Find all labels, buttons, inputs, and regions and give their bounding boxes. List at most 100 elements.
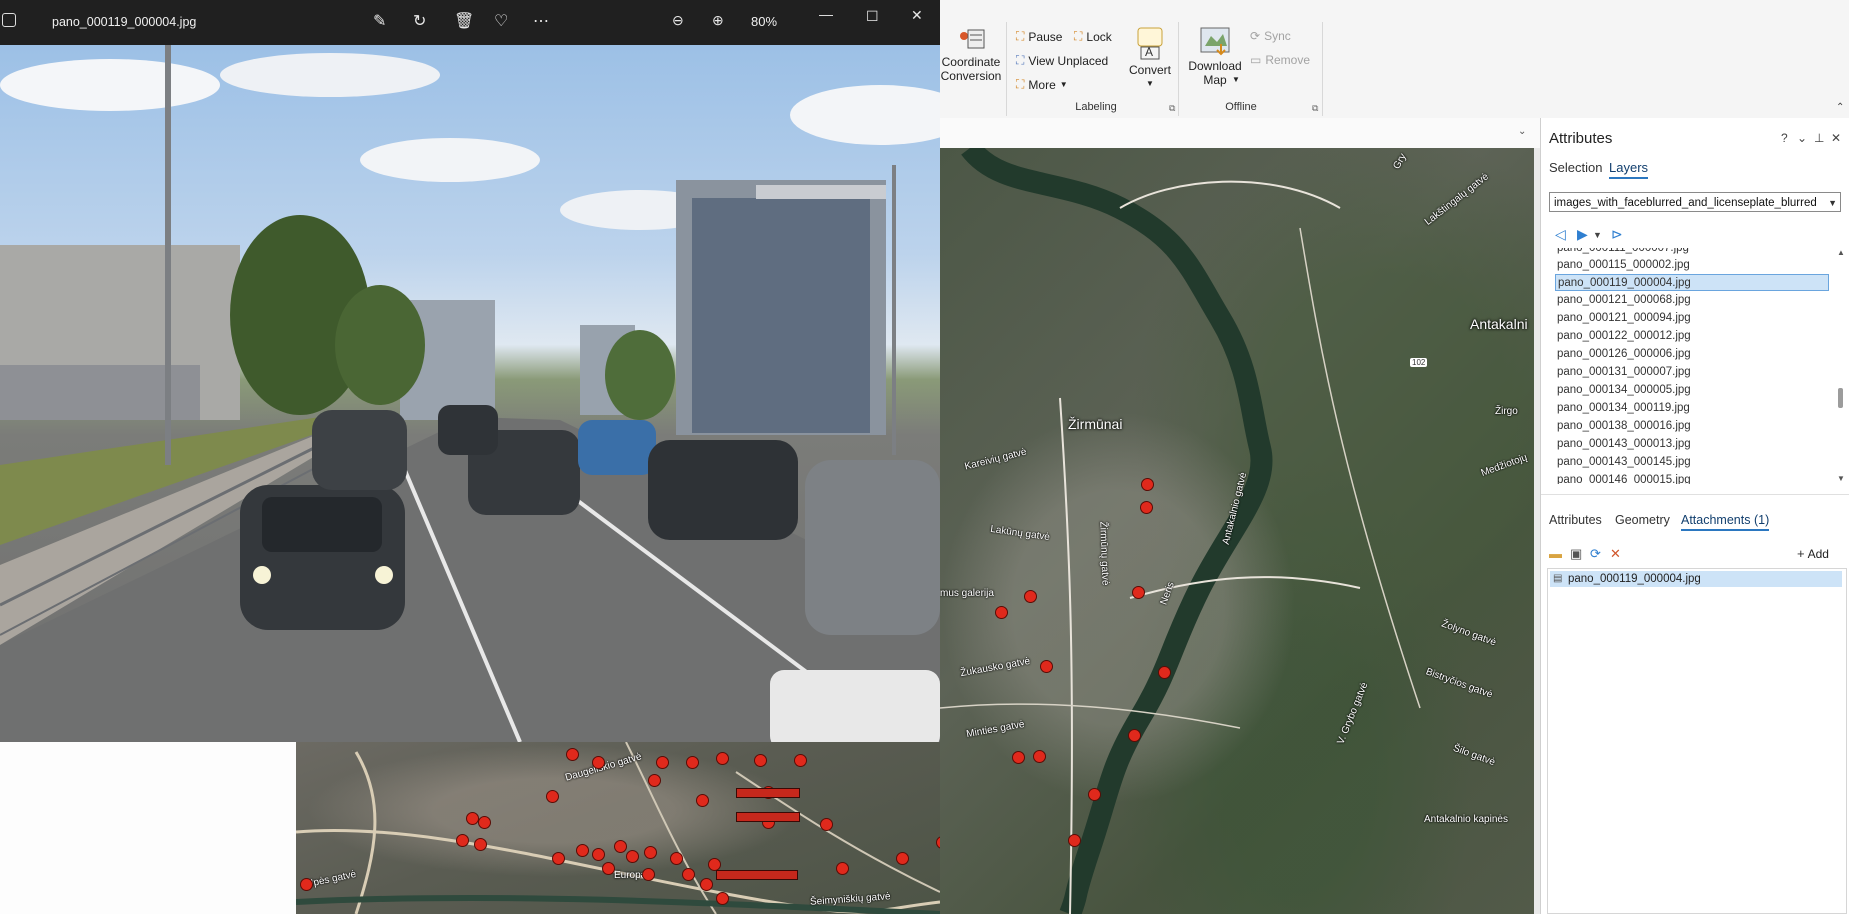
convert-button[interactable]: A Convert ▼ — [1124, 26, 1176, 91]
photo-point[interactable] — [1140, 501, 1153, 514]
list-item[interactable]: pano_000143_000145.jpg — [1555, 454, 1831, 471]
photo-point[interactable] — [602, 862, 615, 875]
collapse-ribbon-icon[interactable]: ⌃ — [1836, 102, 1844, 113]
list-item[interactable]: pano_000143_000013.jpg — [1555, 436, 1831, 453]
photo-point[interactable] — [576, 844, 589, 857]
photo-point[interactable] — [1033, 750, 1046, 763]
photo-point[interactable] — [1141, 478, 1154, 491]
list-item-selected[interactable]: pano_000119_000004.jpg — [1555, 274, 1829, 291]
photo-point[interactable] — [1040, 660, 1053, 673]
help-icon[interactable]: ? — [1781, 131, 1788, 145]
selected-feature-line[interactable] — [716, 870, 798, 880]
last-record-icon[interactable]: ⊳ — [1611, 226, 1623, 243]
scroll-down-icon[interactable]: ▼ — [1837, 474, 1845, 483]
photo-point[interactable] — [1012, 751, 1025, 764]
coordinate-conversion-button[interactable]: Coordinate Conversion — [940, 22, 1002, 83]
photo-point[interactable] — [670, 852, 683, 865]
photo-point[interactable] — [754, 754, 767, 767]
tab-selection[interactable]: Selection — [1549, 160, 1602, 175]
photo-point[interactable] — [592, 756, 605, 769]
close-icon[interactable]: ✕ — [911, 7, 923, 24]
photo-point[interactable] — [1128, 729, 1141, 742]
photo-point[interactable] — [696, 794, 709, 807]
photo-point[interactable] — [820, 818, 833, 831]
map-view-lower[interactable]: Daugeliškio gatvė Upės gatvė Europa Šeim… — [296, 742, 940, 914]
scrollbar-thumb[interactable] — [1838, 388, 1843, 408]
list-item[interactable]: pano_000122_000012.jpg — [1555, 328, 1831, 345]
photo-point[interactable] — [644, 846, 657, 859]
view-unplaced-button[interactable]: ⛶ View Unplaced — [1016, 53, 1108, 68]
photo-point[interactable] — [592, 848, 605, 861]
zoom-out-icon[interactable]: ⊖ — [672, 12, 684, 29]
list-item[interactable]: pano_000126_000006.jpg — [1555, 346, 1831, 363]
chevron-down-icon[interactable]: ⌄ — [1518, 126, 1526, 137]
photo-point[interactable] — [552, 852, 565, 865]
photo-point[interactable] — [682, 868, 695, 881]
sync-button[interactable]: ⟳ Sync — [1250, 29, 1291, 43]
selected-feature-line[interactable] — [736, 812, 800, 822]
photo-point[interactable] — [300, 878, 313, 891]
photo-point[interactable] — [716, 752, 729, 765]
photo-point[interactable] — [1132, 586, 1145, 599]
photo-point[interactable] — [995, 606, 1008, 619]
photo-point[interactable] — [648, 774, 661, 787]
photo-point[interactable] — [716, 892, 729, 905]
tab-geometry[interactable]: Geometry — [1615, 513, 1670, 527]
photo-point[interactable] — [1068, 834, 1081, 847]
list-item[interactable]: pano_000121_000068.jpg — [1555, 292, 1831, 309]
rotate-icon[interactable]: ↻ — [413, 11, 426, 31]
photo-point[interactable] — [1024, 590, 1037, 603]
pin-icon[interactable]: ⊥ — [1814, 131, 1824, 145]
photo-point[interactable] — [474, 838, 487, 851]
photo-point[interactable] — [686, 756, 699, 769]
list-item[interactable]: pano_000134_000005.jpg — [1555, 382, 1831, 399]
list-item[interactable]: pano_000131_000007.jpg — [1555, 364, 1831, 381]
photo-point[interactable] — [626, 850, 639, 863]
maximize-icon[interactable]: ☐ — [866, 8, 879, 25]
scroll-up-icon[interactable]: ▲ — [1837, 248, 1845, 257]
more-button[interactable]: ⛶ More ▼ — [1016, 77, 1068, 92]
photo-point[interactable] — [642, 868, 655, 881]
close-icon[interactable]: ✕ — [1831, 131, 1841, 145]
photo-point[interactable] — [478, 816, 491, 829]
photo-point[interactable] — [1158, 666, 1171, 679]
previous-record-icon[interactable]: ◁ — [1555, 226, 1566, 243]
zoom-in-icon[interactable]: ⊕ — [712, 12, 724, 29]
dialog-launcher-icon[interactable]: ⧉ — [1312, 103, 1318, 114]
list-item[interactable]: pano_000138_000016.jpg — [1555, 418, 1831, 435]
add-attachment-button[interactable]: + Add — [1797, 546, 1829, 561]
list-item[interactable]: pano_000121_000094.jpg — [1555, 310, 1831, 327]
next-record-icon[interactable]: ▶ — [1577, 226, 1588, 243]
photo-point[interactable] — [896, 852, 909, 865]
tab-layers[interactable]: Layers — [1609, 160, 1649, 179]
photo-point[interactable] — [700, 878, 713, 891]
favorite-heart-icon[interactable]: ♡ — [494, 11, 508, 31]
tab-attributes[interactable]: Attributes — [1549, 513, 1602, 527]
photo-point[interactable] — [456, 834, 469, 847]
list-item[interactable]: pano_000134_000119.jpg — [1555, 400, 1831, 417]
list-item[interactable]: pano_000115_000002.jpg — [1555, 257, 1831, 274]
remove-button[interactable]: ▭ Remove — [1250, 53, 1310, 67]
minimize-icon[interactable]: — — [819, 6, 833, 22]
save-icon[interactable]: ▣ — [1570, 546, 1582, 562]
pause-button[interactable]: ⛶ Pause — [1016, 29, 1062, 44]
tab-attachments[interactable]: Attachments (1) — [1681, 513, 1770, 531]
refresh-icon[interactable]: ⟳ — [1590, 546, 1601, 562]
list-scrollbar[interactable]: ▲ ▼ — [1835, 248, 1845, 484]
photo-point[interactable] — [794, 754, 807, 767]
delete-icon[interactable]: ✕ — [1610, 546, 1621, 562]
photo-point[interactable] — [614, 840, 627, 853]
photo-point[interactable] — [566, 748, 579, 761]
open-folder-icon[interactable]: ▬ — [1549, 546, 1562, 561]
photo-point[interactable] — [656, 756, 669, 769]
photo-point[interactable] — [1088, 788, 1101, 801]
attachment-item[interactable]: ▤ pano_000119_000004.jpg — [1550, 571, 1842, 587]
street-panorama-image[interactable] — [0, 45, 940, 742]
delete-icon[interactable]: 🗑 — [454, 11, 474, 31]
more-options-icon[interactable]: ⋯ — [533, 11, 549, 31]
photo-point[interactable] — [836, 862, 849, 875]
edit-image-icon[interactable]: ✎ — [373, 11, 386, 31]
chevron-down-icon[interactable]: ▼ — [1593, 230, 1602, 240]
map-view[interactable]: Antakalni Žirmūnai 102 Lakštingalų gatvė… — [940, 148, 1534, 914]
list-item[interactable]: pano_000146_000015.jpg — [1555, 472, 1831, 484]
